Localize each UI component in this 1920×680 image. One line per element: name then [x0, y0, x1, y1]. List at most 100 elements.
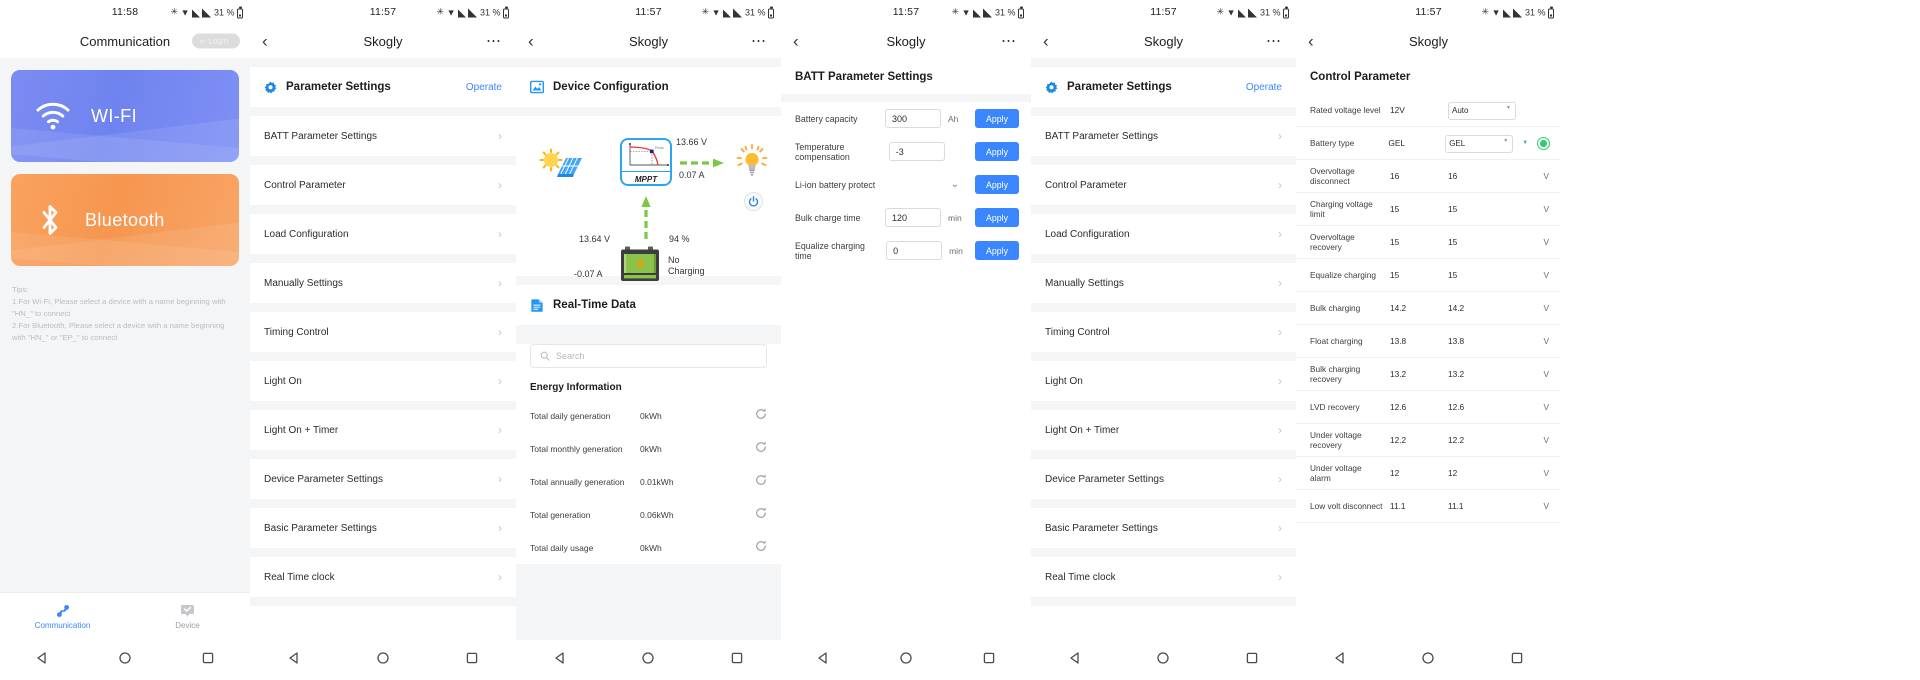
chevron-down-icon[interactable]: ⌄	[951, 179, 959, 190]
apply-button[interactable]: Apply	[974, 208, 1019, 227]
back-button[interactable]: ‹	[1308, 33, 1314, 50]
list-item[interactable]: Control Parameter ›	[1031, 165, 1296, 205]
list-item[interactable]: Light On + Timer ›	[250, 410, 516, 450]
list-item[interactable]: Manually Settings ›	[1031, 263, 1296, 303]
nav-back-icon[interactable]	[553, 651, 567, 670]
list-item[interactable]: Load Configuration ›	[250, 214, 516, 254]
param-label: Equalize charging	[1310, 269, 1376, 280]
list-item[interactable]: Light On ›	[1031, 361, 1296, 401]
more-options-button[interactable]: ⋯	[1266, 34, 1282, 49]
chevron-right-icon: ›	[1278, 325, 1282, 339]
operate-link[interactable]: Operate	[466, 82, 502, 93]
more-options-button[interactable]: ⋯	[486, 34, 502, 49]
android-nav-bar	[1296, 640, 1561, 680]
energy-row-value: 0kWh	[640, 542, 662, 553]
page-title: Skogly	[363, 33, 403, 49]
battery-type-select-wrap[interactable]: GEL	[1445, 133, 1514, 153]
nav-back-icon[interactable]	[1068, 651, 1082, 670]
login-button[interactable]: ⇄ Login	[191, 33, 240, 49]
back-button[interactable]: ‹	[528, 33, 534, 50]
nav-recents-icon[interactable]	[465, 651, 479, 670]
list-item[interactable]: Basic Parameter Settings ›	[1031, 508, 1296, 548]
param-set-value[interactable]: 12.2	[1448, 435, 1508, 445]
list-item[interactable]: Basic Parameter Settings ›	[250, 508, 516, 548]
list-item[interactable]: Control Parameter ›	[250, 165, 516, 205]
refresh-icon[interactable]	[755, 407, 767, 425]
load-power-button[interactable]	[744, 192, 763, 211]
param-set-value[interactable]: 11.1	[1448, 501, 1508, 511]
refresh-icon[interactable]	[755, 440, 767, 458]
list-item[interactable]: Timing Control ›	[1031, 312, 1296, 352]
refresh-icon[interactable]	[755, 506, 767, 524]
nav-home-icon[interactable]	[118, 651, 132, 670]
bulk-charge-time-input[interactable]	[884, 208, 941, 227]
param-set-value[interactable]: 13.2	[1448, 369, 1508, 379]
nav-recents-icon[interactable]	[201, 651, 215, 670]
operate-link[interactable]: Operate	[1246, 82, 1282, 93]
nav-home-icon[interactable]	[376, 651, 390, 670]
nav-recents-icon[interactable]	[1510, 651, 1524, 670]
status-icons: ✳ ▼ 31 %	[1482, 6, 1554, 18]
equalize-charging-time-input[interactable]	[886, 241, 943, 260]
param-set-value[interactable]: 12	[1448, 468, 1508, 478]
apply-button[interactable]: Apply	[974, 109, 1019, 128]
list-item[interactable]: Light On + Timer ›	[1031, 410, 1296, 450]
nav-back-icon[interactable]	[816, 651, 830, 670]
param-set-value[interactable]: 15	[1448, 270, 1508, 280]
param-set-value[interactable]: 13.8	[1448, 336, 1508, 346]
search-input[interactable]: Search	[530, 344, 767, 368]
rated-voltage-select-wrap[interactable]: Auto	[1448, 100, 1516, 120]
nav-back-icon[interactable]	[35, 651, 49, 670]
chevron-right-icon: ›	[498, 178, 502, 192]
battery-type-select[interactable]: GEL	[1445, 134, 1514, 153]
list-item[interactable]: BATT Parameter Settings ›	[250, 116, 516, 156]
nav-back-icon[interactable]	[1333, 651, 1347, 670]
app-header: Communication ⇄ Login	[0, 24, 250, 58]
list-item[interactable]: Timing Control ›	[250, 312, 516, 352]
nav-recents-icon[interactable]	[730, 651, 744, 670]
wifi-card[interactable]: WI-FI	[11, 70, 239, 162]
refresh-icon[interactable]	[755, 473, 767, 491]
param-set-value[interactable]: 16	[1448, 171, 1508, 181]
list-item[interactable]: Light On ›	[250, 361, 516, 401]
param-set-value[interactable]: 15	[1448, 237, 1508, 247]
param-set-value[interactable]: 15	[1448, 204, 1508, 214]
nav-recents-icon[interactable]	[982, 651, 996, 670]
back-button[interactable]: ‹	[262, 33, 268, 50]
list-item[interactable]: Load Configuration ›	[1031, 214, 1296, 254]
field-label: Battery capacity	[795, 113, 858, 124]
chevron-right-icon: ›	[1278, 521, 1282, 535]
bluetooth-card[interactable]: Bluetooth	[11, 174, 239, 266]
param-current-value: 12.6	[1390, 402, 1407, 412]
list-item[interactable]: BATT Parameter Settings ›	[1031, 116, 1296, 156]
nav-back-icon[interactable]	[287, 651, 301, 670]
list-item[interactable]: Manually Settings ›	[250, 263, 516, 303]
nav-home-icon[interactable]	[1156, 651, 1170, 670]
apply-button[interactable]: Apply	[974, 175, 1019, 194]
refresh-icon[interactable]	[755, 539, 767, 557]
nav-home-icon[interactable]	[899, 651, 913, 670]
list-item[interactable]: Device Parameter Settings ›	[250, 459, 516, 499]
more-options-button[interactable]: ⋯	[751, 34, 767, 49]
panel-parameter-settings: 11:57 ✳ ▼ 31 % ‹ Skogly ⋯ Parameter Sett…	[250, 0, 516, 680]
param-set-value[interactable]: 12.6	[1448, 402, 1508, 412]
back-button[interactable]: ‹	[793, 33, 799, 50]
param-set-value[interactable]: 14.2	[1448, 303, 1508, 313]
list-item[interactable]: Device Parameter Settings ›	[1031, 459, 1296, 499]
nav-recents-icon[interactable]	[1245, 651, 1259, 670]
list-item[interactable]: Real Time clock ›	[1031, 557, 1296, 597]
tab-device[interactable]: Device	[125, 604, 250, 630]
rated-voltage-select[interactable]: Auto	[1448, 101, 1516, 120]
nav-home-icon[interactable]	[641, 651, 655, 670]
temperature-compensation-input[interactable]	[888, 142, 945, 161]
back-button[interactable]: ‹	[1043, 33, 1049, 50]
list-item[interactable]: Real Time clock ›	[250, 557, 516, 597]
apply-button[interactable]: Apply	[974, 241, 1019, 260]
battery-capacity-input[interactable]	[884, 109, 941, 128]
apply-button[interactable]: Apply	[974, 142, 1019, 161]
more-options-button[interactable]: ⋯	[1001, 34, 1017, 49]
nav-home-icon[interactable]	[1421, 651, 1435, 670]
list-item-label: Control Parameter	[1045, 179, 1127, 191]
battery-percent: 31 %	[213, 7, 235, 17]
tab-communication[interactable]: Communication	[0, 604, 125, 630]
